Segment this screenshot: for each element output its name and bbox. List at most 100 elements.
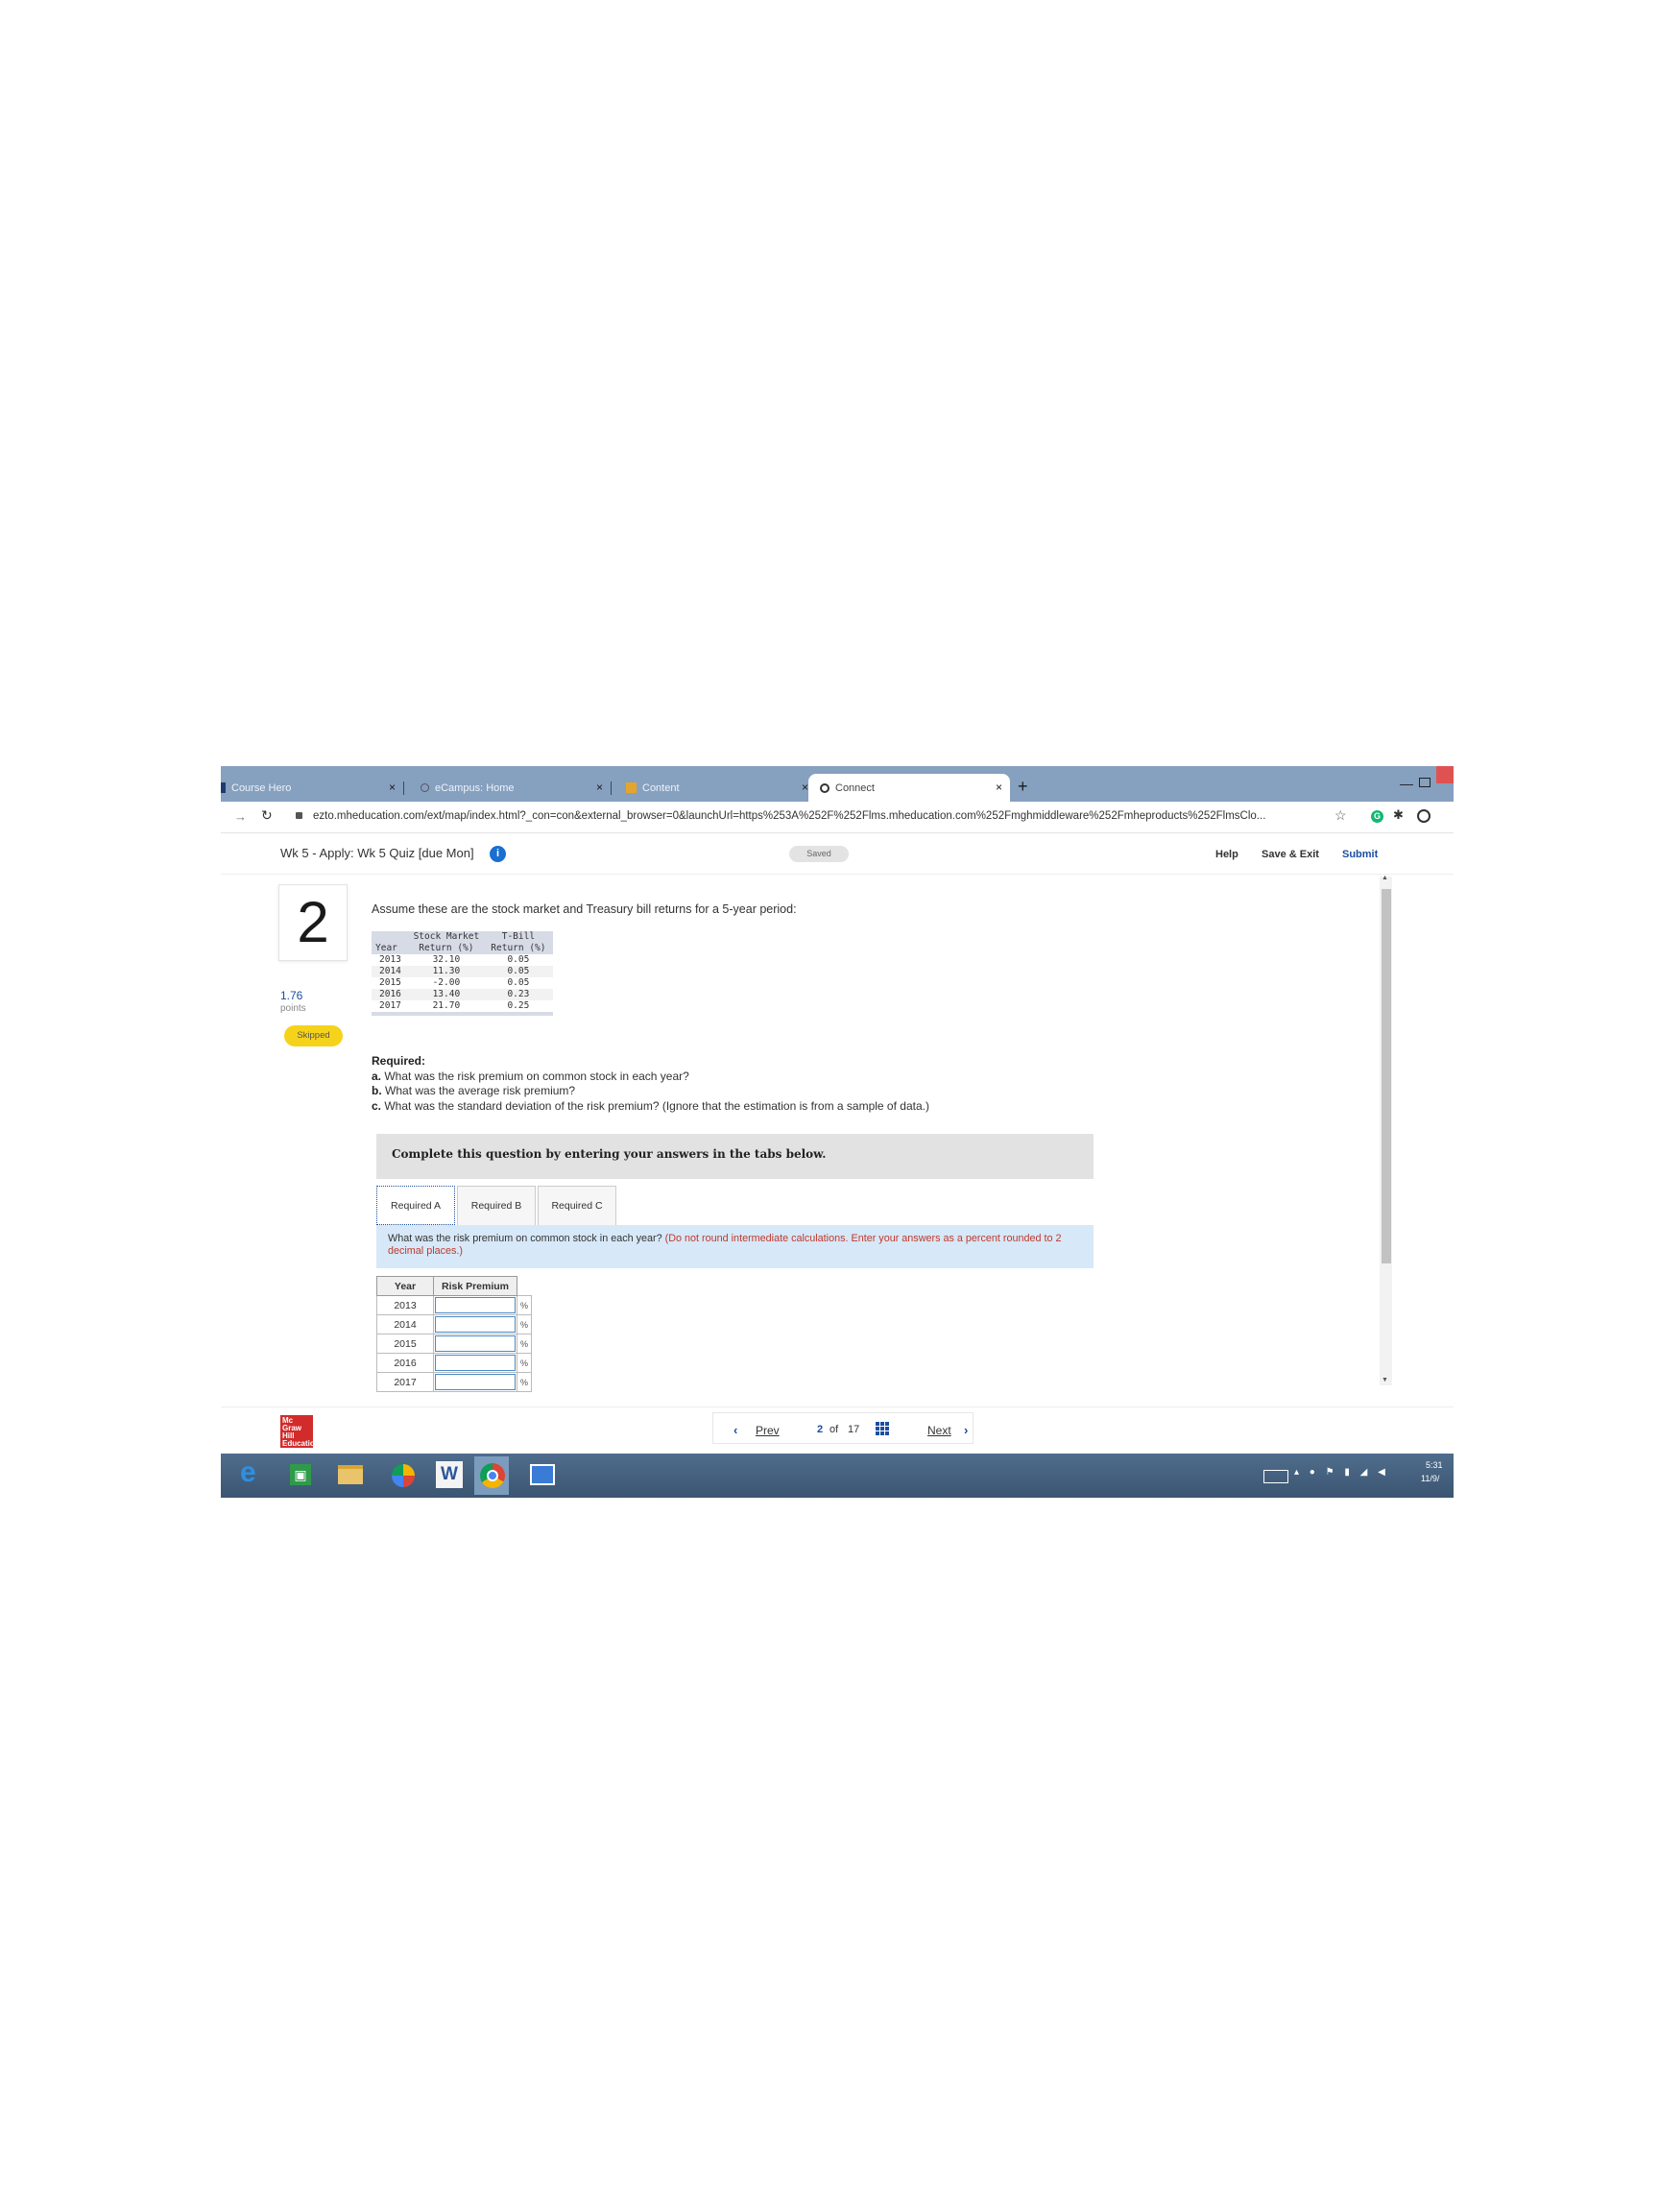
profile-icon[interactable]: [1417, 809, 1431, 823]
risk-premium-cell: [433, 1372, 517, 1392]
forward-icon[interactable]: →: [234, 809, 247, 824]
tab-course-hero[interactable]: Course Hero ×: [221, 774, 403, 802]
year-cell: 2017: [379, 1000, 401, 1011]
tab-required-b[interactable]: Required B: [457, 1186, 536, 1225]
tab-divider: [403, 781, 404, 795]
minimize-icon[interactable]: —: [1400, 776, 1413, 791]
grammarly-extension-icon[interactable]: G: [1371, 810, 1383, 823]
year-cell: 2016: [372, 989, 409, 1000]
scroll-up-icon[interactable]: ▲: [1382, 875, 1388, 881]
prev-button[interactable]: Prev: [756, 1424, 780, 1437]
bookmark-star-icon[interactable]: ☆: [1334, 807, 1347, 824]
tab-connect[interactable]: Connect ×: [808, 774, 1010, 802]
table-row: 2013 32.10 0.05: [372, 954, 553, 966]
course-hero-icon: [221, 782, 226, 793]
tab-divider: [611, 781, 612, 795]
table-row: 2015 -2.00 0.05: [372, 977, 553, 989]
close-icon[interactable]: ×: [389, 781, 396, 794]
keyboard-icon[interactable]: [1263, 1470, 1288, 1483]
points-value: 1.76: [280, 989, 303, 1002]
saved-status-badge: Saved: [789, 846, 849, 862]
url-field[interactable]: ezto.mheducation.com/ext/map/index.html?…: [313, 810, 1265, 822]
risk-premium-input[interactable]: [435, 1335, 516, 1352]
quiz-title: Wk 5 - Apply: Wk 5 Quiz [due Mon]: [280, 846, 474, 860]
year-cell: 2015: [379, 977, 401, 988]
chevron-left-icon[interactable]: ‹: [733, 1423, 737, 1437]
tbill-return-cell: 0.25: [507, 1000, 530, 1011]
quiz-header: Wk 5 - Apply: Wk 5 Quiz [due Mon] i Save…: [221, 833, 1454, 875]
tab-content[interactable]: Content ×: [614, 774, 816, 802]
tab-required-c[interactable]: Required C: [538, 1186, 616, 1225]
windows-taskbar: e ▣ W ▴ ● ⚑ ▮ ◢ ◀ 5:31 11/9/: [221, 1454, 1454, 1498]
chrome-icon[interactable]: [480, 1463, 505, 1488]
risk-premium-cell: [433, 1353, 517, 1373]
total-pages: 17: [848, 1424, 860, 1435]
tab-label: Connect: [835, 781, 875, 794]
submit-button[interactable]: Submit: [1342, 849, 1378, 860]
table-row: 2014 %: [376, 1314, 532, 1334]
table-row: 2016 %: [376, 1353, 532, 1373]
extensions-icon[interactable]: ✱: [1393, 807, 1404, 823]
page-of-label: of: [830, 1424, 839, 1435]
year-cell: 2013: [376, 1295, 434, 1315]
stock-return-cell: 21.70: [432, 1000, 461, 1011]
close-icon[interactable]: ×: [596, 781, 603, 794]
item-letter: a.: [372, 1069, 382, 1083]
item-text: What was the risk premium on common stoc…: [384, 1069, 689, 1083]
close-icon[interactable]: ×: [802, 781, 808, 794]
browser-window: Course Hero × eCampus: Home × Content × …: [221, 766, 1454, 1498]
tab-ecampus-home[interactable]: eCampus: Home ×: [409, 774, 611, 802]
table-footer-bar: [372, 1012, 553, 1016]
tab-required-a[interactable]: Required A: [376, 1186, 455, 1225]
media-player-icon[interactable]: [392, 1464, 415, 1487]
chevron-right-icon[interactable]: ›: [964, 1423, 968, 1437]
save-exit-button[interactable]: Save & Exit: [1262, 849, 1319, 860]
skipped-badge: Skipped: [284, 1025, 343, 1046]
tab-label: eCampus: Home: [435, 781, 515, 794]
column-header-risk-premium: Risk Premium: [433, 1276, 517, 1296]
address-bar: → ↻ ezto.mheducation.com/ext/map/index.h…: [221, 802, 1454, 833]
reload-icon[interactable]: ↻: [261, 807, 273, 824]
risk-premium-input[interactable]: [435, 1297, 516, 1313]
required-section: Required: a. What was the risk premium o…: [372, 1054, 929, 1114]
new-tab-button[interactable]: +: [1018, 777, 1028, 797]
next-button[interactable]: Next: [927, 1424, 951, 1437]
info-icon[interactable]: i: [490, 846, 506, 862]
item-text: What was the standard deviation of the r…: [384, 1098, 929, 1113]
window-close-button[interactable]: [1436, 766, 1454, 783]
tbill-return-cell: 0.05: [507, 977, 530, 988]
store-icon[interactable]: ▣: [290, 1464, 311, 1485]
word-icon[interactable]: W: [436, 1461, 463, 1488]
clock-date[interactable]: 11/9/: [1421, 1474, 1439, 1483]
year-cell: 2016: [376, 1353, 434, 1373]
question-grid-icon[interactable]: [876, 1422, 889, 1435]
required-a-prompt: What was the risk premium on common stoc…: [388, 1233, 1084, 1258]
tbill-return-cell: 0.05: [483, 966, 553, 977]
clock-time[interactable]: 5:31: [1426, 1460, 1443, 1470]
close-icon[interactable]: ×: [996, 781, 1002, 794]
risk-premium-input[interactable]: [435, 1355, 516, 1371]
stock-return-cell: 13.40: [408, 989, 484, 1000]
table-row: 2017 21.70 0.25: [372, 1000, 553, 1012]
required-a-prompt-box: What was the risk premium on common stoc…: [376, 1225, 1094, 1268]
required-item-a: a. What was the risk premium on common s…: [372, 1070, 929, 1085]
year-cell: 2014: [372, 966, 409, 977]
year-cell: 2013: [379, 954, 401, 965]
tbill-return-cell: 0.23: [483, 989, 553, 1000]
risk-premium-input[interactable]: [435, 1374, 516, 1390]
instruction-banner: Complete this question by entering your …: [376, 1134, 1094, 1179]
system-tray-icons[interactable]: ▴ ● ⚑ ▮ ◢ ◀: [1294, 1467, 1389, 1478]
prompt-question: What was the risk premium on common stoc…: [388, 1233, 662, 1244]
scroll-down-icon[interactable]: ▼: [1382, 1377, 1388, 1383]
scrollbar-thumb[interactable]: [1382, 889, 1391, 1263]
internet-explorer-icon[interactable]: e: [240, 1456, 269, 1489]
stock-return-cell: 11.30: [408, 966, 484, 977]
column-header-year: Year: [376, 1276, 434, 1296]
mail-icon[interactable]: [530, 1464, 555, 1485]
file-explorer-icon[interactable]: [338, 1465, 363, 1484]
maximize-icon[interactable]: [1419, 778, 1431, 787]
mcgraw-hill-logo: Mc Graw Hill Education: [280, 1415, 320, 1448]
help-button[interactable]: Help: [1215, 849, 1238, 860]
risk-premium-input[interactable]: [435, 1316, 516, 1333]
instruction-text: Complete this question by entering your …: [392, 1147, 827, 1161]
